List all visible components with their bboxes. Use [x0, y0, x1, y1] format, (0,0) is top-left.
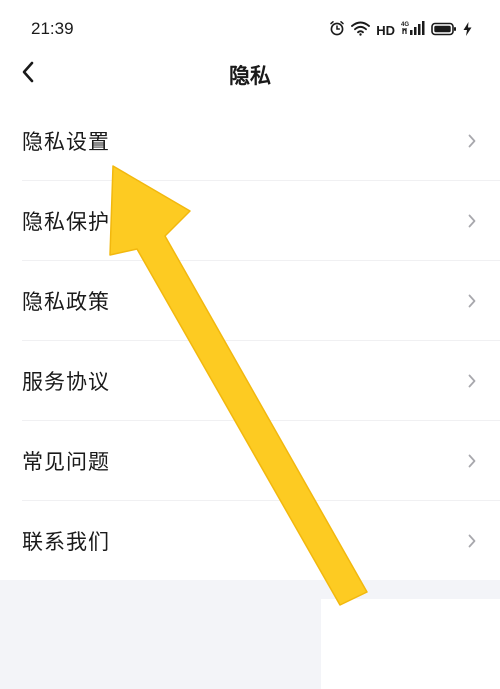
menu-item-privacy-settings[interactable]: 隐私设置	[0, 101, 500, 181]
charging-icon	[463, 21, 472, 40]
privacy-menu-list: 隐私设置 隐私保护 隐私政策 服务协议 常见问题 联系我们	[0, 101, 500, 581]
menu-item-label: 隐私政策	[22, 290, 110, 314]
menu-item-contact-us[interactable]: 联系我们	[0, 501, 500, 581]
privacy-screen: 21:39 HD 4G 隐私 隐私设置 隐私保护 隐私政策 服务协议 常见问题 …	[0, 0, 500, 689]
chevron-right-icon	[466, 533, 478, 549]
menu-item-label: 常见问题	[22, 450, 110, 474]
chevron-right-icon	[466, 133, 478, 149]
menu-item-privacy-policy[interactable]: 隐私政策	[0, 261, 500, 341]
chevron-right-icon	[466, 373, 478, 389]
chevron-right-icon	[466, 293, 478, 309]
wifi-icon	[351, 21, 371, 40]
menu-item-privacy-protection[interactable]: 隐私保护	[0, 181, 500, 261]
bottom-white-block	[321, 599, 500, 689]
chevron-right-icon	[466, 213, 478, 229]
alarm-icon	[329, 20, 345, 40]
menu-item-label: 隐私保护	[22, 210, 110, 234]
status-bar: 21:39 HD 4G	[0, 0, 500, 50]
chevron-right-icon	[466, 453, 478, 469]
battery-icon	[431, 21, 457, 40]
network-hd-label: HD	[376, 22, 395, 38]
menu-item-service-agreement[interactable]: 服务协议	[0, 341, 500, 421]
signal-tag: 4G	[401, 22, 409, 28]
status-time: 21:39	[31, 19, 74, 38]
navigation-bar: 隐私	[0, 50, 500, 100]
menu-item-faq[interactable]: 常见问题	[0, 421, 500, 501]
signal-icon: 4G	[401, 20, 425, 40]
menu-item-label: 服务协议	[22, 370, 110, 394]
menu-item-label: 联系我们	[22, 530, 110, 554]
page-title: 隐私	[229, 64, 271, 88]
menu-item-label: 隐私设置	[22, 130, 110, 154]
status-icons: HD 4G	[329, 19, 472, 41]
